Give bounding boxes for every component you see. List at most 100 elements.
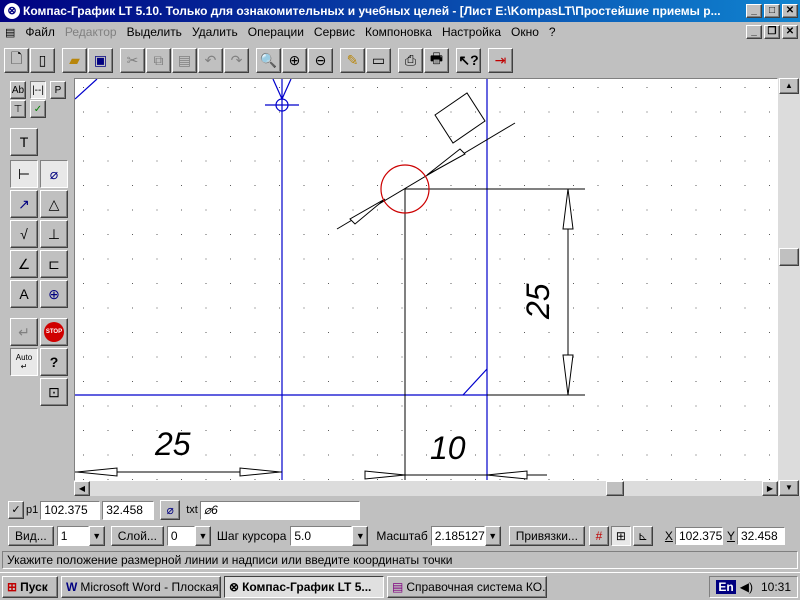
tab-params[interactable]: P: [50, 81, 66, 99]
new-sheet-icon[interactable]: 🗋: [4, 47, 29, 73]
tab-dimensions[interactable]: |--|: [30, 81, 46, 99]
scale-select[interactable]: 2.185127 ▼: [430, 526, 501, 546]
linear-dimension-icon[interactable]: ⊢: [10, 160, 38, 188]
zoom-in-icon[interactable]: ⊕: [282, 47, 307, 73]
angle-dimension-icon[interactable]: △: [40, 190, 68, 218]
diameter-toggle-icon[interactable]: ⌀: [160, 500, 181, 520]
maximize-button[interactable]: □: [764, 4, 780, 18]
base-icon[interactable]: ⊥: [40, 220, 68, 248]
book-icon: ▤: [392, 579, 404, 594]
grid-icon[interactable]: ⊞: [610, 526, 631, 546]
check-tab-icon[interactable]: ✓: [30, 100, 46, 118]
p1-x-field[interactable]: 102.375: [40, 500, 101, 520]
dimension-label-vertical: 25: [520, 283, 556, 320]
layer-button[interactable]: Слой...: [110, 526, 164, 546]
ortho-icon[interactable]: ⊾: [632, 526, 653, 546]
menu-operations[interactable]: Операции: [243, 25, 309, 39]
menu-file[interactable]: Файл: [20, 25, 60, 39]
text-tool-icon[interactable]: T: [10, 128, 38, 156]
show-all-icon[interactable]: ▭: [366, 47, 391, 73]
enter-icon[interactable]: ↵: [10, 318, 38, 346]
vertical-scrollbar[interactable]: ▲ ▼: [778, 78, 800, 496]
menu-settings[interactable]: Настройка: [437, 25, 506, 39]
undo-icon[interactable]: ↶: [198, 47, 223, 73]
preview-icon[interactable]: ⎙: [398, 47, 423, 73]
left-toolbar: Ab |--| P ⊤ ✓ T ⊢ ⌀ ↗ △ √ ⊥ ∠ ⊏ A ⊕ ↵ ST…: [0, 78, 74, 498]
tab-text[interactable]: Ab: [10, 81, 26, 99]
zoom-out-icon[interactable]: ⊖: [308, 47, 333, 73]
layer-select[interactable]: 0 ▼: [166, 526, 211, 546]
task-help[interactable]: ▤ Справочная система КО...: [387, 575, 547, 598]
start-button[interactable]: ⊞ Пуск: [2, 575, 58, 598]
menu-help[interactable]: ?: [544, 25, 561, 39]
paste-icon[interactable]: ▤: [172, 47, 197, 73]
menu-editor[interactable]: Редактор: [60, 25, 122, 39]
stop-button[interactable]: STOP: [40, 318, 68, 346]
leader-icon[interactable]: ∠: [10, 250, 38, 278]
menu-window[interactable]: Окно: [506, 25, 544, 39]
txt-label: txt: [186, 504, 198, 516]
radius-dimension-icon[interactable]: ↗: [10, 190, 38, 218]
dimension-label-left: 25: [154, 426, 191, 462]
snaps-button[interactable]: Привязки...: [508, 526, 585, 546]
view-button[interactable]: Вид...: [8, 526, 54, 546]
roughness-icon[interactable]: √: [10, 220, 38, 248]
x-label: X: [664, 529, 673, 543]
redo-icon[interactable]: ↷: [224, 47, 249, 73]
language-indicator[interactable]: En: [716, 579, 736, 594]
new-document-icon[interactable]: ▯: [30, 47, 55, 73]
windows-logo-icon: ⊞: [7, 579, 18, 594]
axis-icon[interactable]: ⊕: [40, 280, 68, 308]
save-icon[interactable]: ▣: [88, 47, 113, 73]
doc-close-button[interactable]: ✕: [782, 25, 798, 39]
menu-layout[interactable]: Компоновка: [360, 25, 437, 39]
y-coordinate[interactable]: 32.458: [736, 527, 785, 545]
open-icon[interactable]: ▰: [62, 47, 87, 73]
menu-select[interactable]: Выделить: [122, 25, 187, 39]
cut-icon[interactable]: ✂: [120, 47, 145, 73]
doc-icon[interactable]: ▤: [0, 26, 20, 39]
position-icon[interactable]: ⊏: [40, 250, 68, 278]
text-input[interactable]: ⌀6: [199, 500, 360, 520]
x-coordinate[interactable]: 102.375: [674, 527, 723, 545]
close-button[interactable]: ✕: [782, 4, 798, 18]
p1-label: p1: [26, 504, 39, 516]
task-word[interactable]: W Microsoft Word - Плоская...: [61, 575, 221, 598]
drawing-canvas[interactable]: 25 10 25: [74, 78, 778, 481]
copy-icon[interactable]: ⧉: [146, 47, 171, 73]
task-kompas[interactable]: ⊗ Компас-График LT 5...: [224, 575, 384, 598]
view-select[interactable]: 1 ▼: [56, 526, 105, 546]
p1-check-icon[interactable]: ✓: [8, 501, 24, 519]
doc-restore-button[interactable]: ❐: [764, 25, 780, 39]
help-button[interactable]: ?: [40, 348, 68, 376]
doc-minimize-button[interactable]: _: [746, 25, 762, 39]
scroll-right-button[interactable]: ▶: [762, 481, 778, 496]
scale-label: Масштаб: [376, 529, 428, 543]
p1-y-field[interactable]: 32.458: [102, 500, 155, 520]
geometry-tab-icon[interactable]: ⊤: [10, 100, 26, 118]
scroll-up-button[interactable]: ▲: [779, 78, 799, 94]
app-icon: ⊗: [4, 3, 20, 19]
vertical-scroll-thumb[interactable]: [779, 248, 799, 266]
drawing-svg[interactable]: 25 10 25: [75, 79, 778, 481]
help-pointer-icon[interactable]: ↖?: [456, 47, 481, 73]
speaker-icon[interactable]: ◀): [740, 580, 753, 594]
horizontal-scroll-thumb[interactable]: [606, 481, 624, 496]
print-icon[interactable]: 🖶: [424, 47, 449, 73]
snap-icon[interactable]: ⊡: [40, 378, 68, 406]
auto-create-button[interactable]: Auto ↵: [10, 348, 38, 376]
view-arrow-icon[interactable]: A: [10, 280, 38, 308]
horizontal-scrollbar[interactable]: ◀ ▶: [74, 481, 778, 496]
pan-icon[interactable]: ✎: [340, 47, 365, 73]
scroll-down-button[interactable]: ▼: [779, 480, 799, 496]
step-select[interactable]: 5.0 ▼: [290, 526, 369, 546]
menu-service[interactable]: Сервис: [309, 25, 360, 39]
menu-delete[interactable]: Удалить: [187, 25, 243, 39]
snap-grid-icon[interactable]: #: [588, 526, 609, 546]
exit-icon[interactable]: ⇥: [488, 47, 513, 73]
zoom-icon[interactable]: 🔍: [256, 47, 281, 73]
minimize-button[interactable]: _: [746, 4, 762, 18]
diameter-dimension-icon[interactable]: ⌀: [40, 160, 68, 188]
scroll-left-button[interactable]: ◀: [74, 481, 90, 496]
taskbar: ⊞ Пуск W Microsoft Word - Плоская... ⊗ Комп…: [0, 572, 800, 600]
